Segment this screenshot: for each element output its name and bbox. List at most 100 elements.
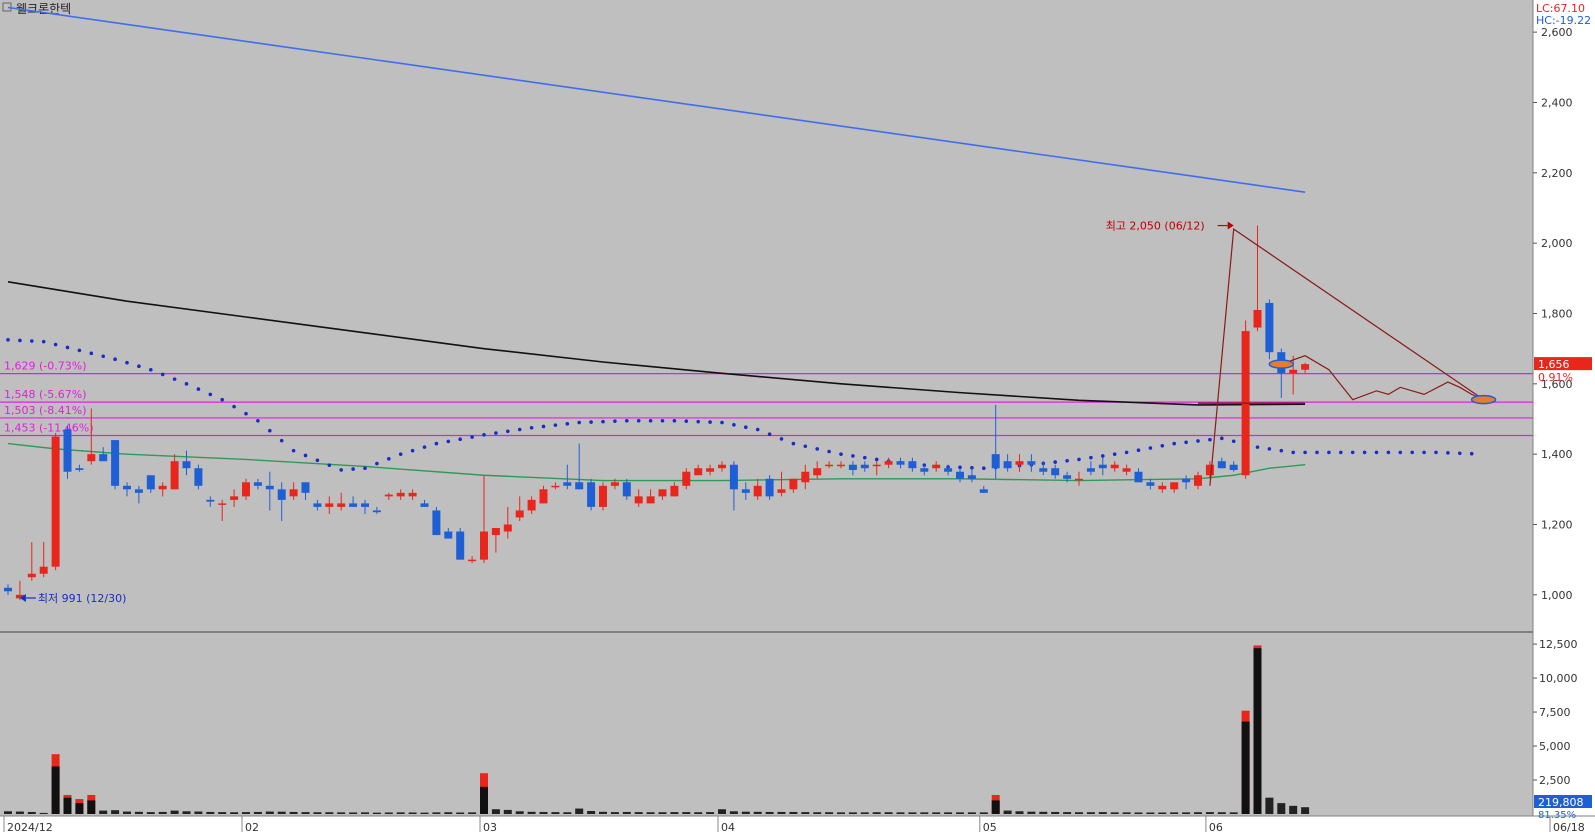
volume-bar bbox=[515, 811, 524, 814]
psar-dot bbox=[791, 441, 796, 446]
volume-bar bbox=[599, 811, 607, 814]
candle-body bbox=[1158, 485, 1167, 490]
candle-body bbox=[1086, 468, 1095, 472]
candle-body bbox=[908, 461, 917, 469]
candle-body bbox=[1134, 471, 1143, 483]
candle-body bbox=[753, 485, 762, 497]
psar-dot bbox=[53, 342, 58, 347]
psar-dot bbox=[684, 419, 689, 423]
volume-bar bbox=[837, 812, 845, 814]
candle-body bbox=[837, 464, 845, 467]
candle-body bbox=[194, 468, 203, 486]
candle-body bbox=[27, 573, 36, 578]
psar-dot bbox=[696, 419, 700, 424]
psar-dot bbox=[1053, 460, 1057, 464]
candle-body bbox=[1122, 468, 1131, 472]
volume-bar bbox=[1075, 812, 1083, 814]
psar-dot bbox=[553, 423, 558, 427]
candle-body bbox=[1265, 302, 1274, 353]
volume-bar bbox=[634, 812, 643, 814]
psar-dot bbox=[517, 427, 522, 432]
volume-bar bbox=[265, 811, 274, 814]
stock-chart[interactable]: 웰크론한텍 LC:67.10 HC:-19.22 1,629 (-0.73%)1… bbox=[0, 0, 1595, 837]
candle-body bbox=[1051, 468, 1060, 476]
date-tick-label: 06 bbox=[1209, 821, 1223, 834]
volume-bar bbox=[170, 810, 179, 814]
volume-bar bbox=[575, 808, 584, 814]
candle-body bbox=[551, 485, 560, 488]
psar-dot bbox=[874, 457, 879, 462]
volume-bar bbox=[813, 812, 822, 814]
volume-bar bbox=[253, 811, 262, 814]
candle-body bbox=[361, 503, 369, 507]
psar-dot bbox=[1101, 454, 1105, 458]
volume-bar bbox=[301, 812, 310, 814]
psar-dot bbox=[1231, 439, 1236, 444]
candle-body bbox=[39, 566, 48, 574]
candle-body bbox=[682, 471, 691, 486]
psar-dot bbox=[398, 452, 403, 456]
candle-body bbox=[729, 464, 738, 490]
volume-bar bbox=[325, 812, 334, 814]
psar-dot bbox=[101, 354, 105, 359]
date-tick-label: 2024/12 bbox=[7, 821, 53, 834]
psar-dot bbox=[149, 367, 153, 372]
volume-bar bbox=[563, 812, 572, 814]
psar-dot bbox=[529, 425, 534, 430]
volume-bar bbox=[1134, 812, 1143, 814]
volume-bar bbox=[194, 811, 203, 814]
chart-title: 웰크론한텍 bbox=[16, 2, 71, 16]
volume-bar bbox=[349, 812, 358, 814]
volume-bar bbox=[920, 812, 929, 814]
candle-body bbox=[599, 485, 607, 507]
price-tick-label: 1,800 bbox=[1541, 307, 1573, 320]
psar-dot bbox=[720, 420, 724, 425]
psar-dot bbox=[446, 439, 451, 444]
date-tick-label: 06/18 bbox=[1553, 821, 1585, 834]
candle-body bbox=[670, 485, 679, 497]
psar-dot bbox=[422, 445, 427, 449]
volume-bar bbox=[277, 811, 286, 814]
psar-dot bbox=[1172, 441, 1176, 446]
volume-bar bbox=[825, 812, 834, 814]
psar-dot bbox=[1255, 445, 1260, 449]
volume-bar bbox=[694, 812, 703, 814]
psar-dot bbox=[839, 452, 843, 456]
candle-body bbox=[289, 489, 298, 497]
volume-bar bbox=[1122, 812, 1131, 814]
candle-body bbox=[134, 489, 143, 493]
candle-body bbox=[1063, 475, 1072, 479]
volume-bar-base bbox=[63, 797, 72, 814]
volume-bar bbox=[1027, 811, 1036, 814]
volume-bar bbox=[1289, 805, 1298, 814]
psar-dot bbox=[125, 360, 129, 365]
candle-body bbox=[979, 489, 988, 493]
high-annotation-label: 최고 2,050 (06/12) bbox=[1106, 220, 1205, 233]
volume-bar bbox=[610, 812, 619, 814]
volume-bar bbox=[468, 812, 477, 814]
volume-bar bbox=[1158, 812, 1167, 814]
candle-body bbox=[87, 454, 96, 462]
candle-body bbox=[432, 510, 441, 536]
psar-dot bbox=[1160, 444, 1165, 448]
psar-dot bbox=[315, 458, 320, 463]
candle-body bbox=[253, 482, 262, 486]
candle-body bbox=[563, 482, 572, 486]
volume-bar bbox=[134, 811, 143, 814]
volume-bar bbox=[242, 812, 250, 814]
candle-body bbox=[123, 485, 131, 490]
psar-dot bbox=[1184, 440, 1188, 445]
psar-dot bbox=[232, 404, 236, 409]
candle-body bbox=[622, 482, 631, 497]
candle-body bbox=[1110, 464, 1119, 469]
candle-body bbox=[111, 440, 120, 486]
volume-bar bbox=[1086, 812, 1095, 814]
volume-bar bbox=[1182, 812, 1191, 814]
candle-body bbox=[396, 492, 405, 497]
candle-body bbox=[372, 510, 381, 513]
psar-dot bbox=[220, 397, 224, 402]
psar-dot bbox=[363, 466, 367, 471]
candle-body bbox=[1027, 461, 1036, 465]
candle-body bbox=[789, 478, 798, 490]
volume-bar bbox=[944, 812, 953, 814]
